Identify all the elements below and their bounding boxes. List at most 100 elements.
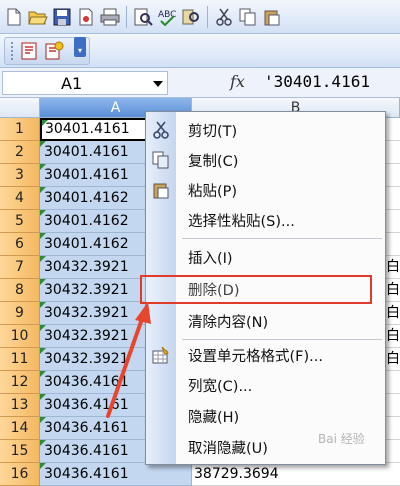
cell-value: 30436.4161 [44,374,129,390]
new-icon[interactable] [3,6,25,28]
row-header[interactable]: 9 [0,302,40,325]
menu-item-paste[interactable]: 粘贴(P) [146,176,385,204]
text-number-indicator-icon [40,233,46,239]
formula-input[interactable]: '30401.4161 [264,72,370,91]
paste-icon [151,180,171,200]
row-header[interactable]: 4 [0,187,40,210]
menu-item-label: 清除内容(N) [188,314,269,331]
pdf-settings-icon[interactable] [43,40,65,62]
row-header[interactable]: 6 [0,233,40,256]
menu-item-cut[interactable]: 剪切(T) [146,116,385,144]
cell-value: 30432.3921 [44,282,129,298]
cell-a[interactable]: 30436.4161 [40,463,192,486]
svg-text:ABC: ABC [158,10,176,20]
text-number-indicator-icon [40,371,46,377]
menu-item-insert[interactable]: 插入(I) [146,243,385,271]
cell-value: 30436.4161 [44,443,129,459]
toolbar-separator [207,5,208,28]
menu-item-label: 粘贴(P) [188,183,238,200]
menu-item-hide[interactable]: 隐藏(H) [146,402,385,430]
pdf-convert-icon[interactable] [19,40,41,62]
open-icon[interactable] [27,6,49,28]
format-cells-icon [151,345,171,365]
text-number-indicator-icon [40,279,46,285]
toolbar-grip[interactable] [11,42,14,60]
menu-item-clear-contents[interactable]: 清除内容(N) [146,307,385,335]
row-header[interactable]: 7 [0,256,40,279]
spellcheck-icon[interactable]: ABC [156,6,178,28]
row-header[interactable]: 14 [0,417,40,440]
row-header[interactable]: 15 [0,440,40,463]
scissors-icon [151,120,171,140]
cell-value: 30432.3921 [44,351,129,367]
save-icon[interactable] [51,6,73,28]
name-box-value: A1 [61,74,83,93]
row-header[interactable]: 5 [0,210,40,233]
toolbar-options-icon[interactable]: ▾ [74,37,86,57]
text-number-indicator-icon [40,463,46,469]
name-box-dropdown-icon[interactable] [153,81,163,87]
cell-value: 30401.4162 [44,213,129,229]
row-header[interactable]: 11 [0,348,40,371]
paste-icon[interactable] [261,6,283,28]
cell-b[interactable]: 38729.3694 [192,463,400,486]
text-number-indicator-icon [40,210,46,216]
menu-item-label: 选择性粘贴(S)... [188,213,295,230]
row-header[interactable]: 10 [0,325,40,348]
cell-value: 30436.4161 [44,466,129,482]
cell-value: 30436.4161 [44,397,129,413]
row-header[interactable]: 8 [0,279,40,302]
menu-item-label: 设置单元格格式(F)... [188,348,323,365]
name-box[interactable]: A1 [2,71,168,95]
menu-separator [182,339,382,340]
cell-value: 30436.4161 [44,420,129,436]
watermark: Bai 经验 [318,432,365,446]
print-icon[interactable] [99,6,121,28]
text-number-indicator-icon [40,256,46,262]
text-number-indicator-icon [40,348,46,354]
cell-value: 30401.4161 [45,121,130,137]
insert-function-icon[interactable]: fx [230,72,245,91]
row-header[interactable]: 13 [0,394,40,417]
delete-highlight-box [140,275,372,304]
menu-item-label: 复制(C) [188,153,239,170]
menu-item-paste-special[interactable]: 选择性粘贴(S)... [146,206,385,234]
row-header[interactable]: 3 [0,164,40,187]
text-number-indicator-icon [40,394,46,400]
menu-item-column-width[interactable]: 列宽(C)... [146,371,385,399]
cell-value: 30432.3921 [44,305,129,321]
print-preview-icon[interactable] [132,6,154,28]
text-number-indicator-icon [40,440,46,446]
cell-value: 30401.4161 [44,144,129,160]
text-number-indicator-icon [40,417,46,423]
menu-item-label: 列宽(C)... [188,378,253,395]
select-all-corner[interactable] [0,98,40,118]
menu-item-format-cells[interactable]: 设置单元格格式(F)... [146,341,385,369]
menu-item-label: 取消隐藏(U) [188,440,268,457]
menu-item-label: 隐藏(H) [188,409,240,426]
text-number-indicator-icon [40,302,46,308]
text-number-indicator-icon [40,164,46,170]
pdf-toolbar: ▾ [0,34,400,68]
cut-icon[interactable] [213,6,235,28]
cell-value: 30401.4161 [44,167,129,183]
menu-item-copy[interactable]: 复制(C) [146,146,385,174]
permission-icon[interactable] [75,6,97,28]
row-header[interactable]: 2 [0,141,40,164]
row-header[interactable]: 12 [0,371,40,394]
row-header[interactable]: 1 [0,118,40,141]
text-number-indicator-icon [42,120,48,126]
cell-value-left: 38729.3694 [194,466,279,482]
standard-toolbar: ABC [0,0,400,34]
copy-icon [151,150,171,170]
cell-value: 30401.4162 [44,190,129,206]
formula-bar: A1 fx '30401.4161 [0,68,400,98]
research-icon[interactable] [180,6,202,28]
text-number-indicator-icon [40,141,46,147]
menu-item-label: 插入(I) [188,250,233,267]
copy-icon[interactable] [237,6,259,28]
toolbar-separator [126,5,127,28]
cell-value: 30432.3921 [44,259,129,275]
text-number-indicator-icon [40,187,46,193]
row-header[interactable]: 16 [0,463,40,486]
